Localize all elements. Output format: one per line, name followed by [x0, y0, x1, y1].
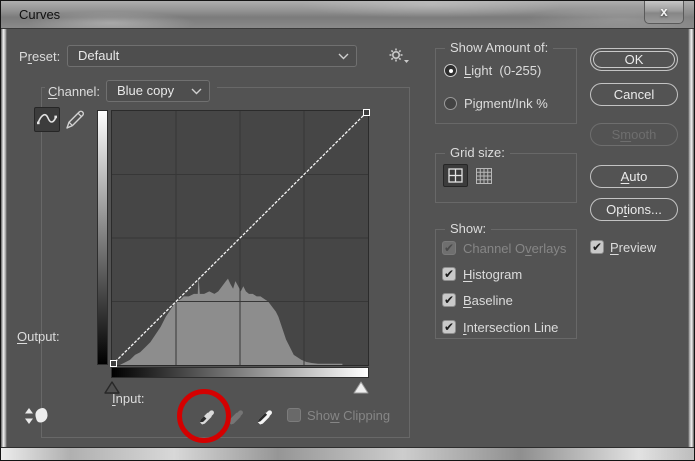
histogram-label[interactable]: Histogram: [463, 267, 522, 282]
channel-value: Blue copy: [117, 83, 174, 98]
fine-grid-icon: [475, 167, 493, 185]
window-frame-right: [688, 29, 694, 460]
edit-points-tool-button[interactable]: [34, 107, 60, 132]
channel-label: Channel:: [48, 84, 100, 99]
input-label: Input:: [112, 391, 145, 406]
histogram-checkbox[interactable]: ✔: [442, 267, 456, 281]
quarter-grid-button[interactable]: [443, 164, 468, 187]
white-point-slider[interactable]: [351, 380, 371, 395]
cancel-button[interactable]: Cancel: [590, 83, 678, 106]
intersection-line-label[interactable]: Intersection Line: [463, 320, 558, 335]
quarter-grid-icon: [444, 165, 467, 186]
show-clipping-label: Show Clipping: [307, 408, 390, 423]
on-image-adjustment-tool-button[interactable]: [23, 405, 49, 429]
targeted-adjustment-icon: [23, 405, 49, 429]
preset-options-gear-button[interactable]: [388, 47, 410, 65]
radio-pigment-ink[interactable]: [444, 97, 457, 110]
window-frame-bottom: [1, 447, 694, 460]
curve-point-shadows[interactable]: [110, 360, 117, 367]
baseline-label[interactable]: Baseline: [463, 293, 513, 308]
auto-button[interactable]: Auto: [590, 165, 678, 188]
grid-size-title: Grid size:: [445, 145, 510, 160]
preset-dropdown[interactable]: Default: [67, 45, 357, 67]
show-options-title: Show:: [445, 221, 491, 236]
annotation-red-circle: [177, 389, 231, 443]
show-amount-title: Show Amount of:: [445, 40, 553, 55]
curve-grid[interactable]: [111, 110, 369, 366]
show-amount-group: Show Amount of:: [435, 48, 577, 124]
draw-curve-pencil-button[interactable]: [63, 107, 87, 132]
show-clipping-checkbox: [287, 408, 301, 422]
fine-grid-button[interactable]: [475, 167, 493, 185]
white-point-eyedropper-icon: [254, 404, 276, 426]
pencil-icon: [63, 107, 87, 132]
output-label: Output:: [17, 329, 60, 344]
preview-checkbox[interactable]: ✔: [590, 240, 604, 254]
radio-light-0-255[interactable]: [444, 64, 457, 77]
curve-plot: [112, 111, 368, 365]
output-gradient-bar: [97, 110, 108, 365]
title-bar[interactable]: Curves x: [1, 1, 694, 29]
curve-point-highlights[interactable]: [363, 109, 370, 116]
intersection-line-checkbox[interactable]: ✔: [442, 320, 456, 334]
smooth-button: Smooth: [590, 123, 678, 146]
input-gradient-bar: [111, 367, 369, 378]
radio-light-label[interactable]: Light (0-255): [464, 63, 541, 78]
channel-overlays-label: Channel Overlays: [463, 241, 566, 256]
channel-dropdown[interactable]: Blue copy: [106, 80, 210, 102]
preset-label: Preset:: [19, 49, 60, 64]
histogram-shape: [120, 276, 343, 365]
preset-value: Default: [78, 48, 119, 63]
channel-overlays-checkbox: ✔: [442, 241, 456, 255]
options-button[interactable]: Options...: [590, 198, 678, 221]
gear-icon: [388, 47, 410, 65]
curves-dialog: Curves x Preset: Default Channel:: [0, 0, 695, 461]
close-button[interactable]: x: [644, 1, 684, 24]
white-point-eyedropper-button[interactable]: [254, 404, 276, 426]
ok-button[interactable]: OK: [590, 48, 678, 71]
preview-label[interactable]: Preview: [610, 240, 656, 255]
baseline-checkbox[interactable]: ✔: [442, 293, 456, 307]
curve-tool-icon: [35, 108, 59, 131]
radio-pigment-label[interactable]: Pigment/Ink %: [464, 96, 548, 111]
chevron-down-icon: [191, 88, 202, 95]
window-frame-left: [1, 29, 7, 460]
chevron-down-icon: [338, 53, 349, 60]
window-title: Curves: [19, 7, 60, 22]
close-icon: x: [660, 4, 667, 19]
